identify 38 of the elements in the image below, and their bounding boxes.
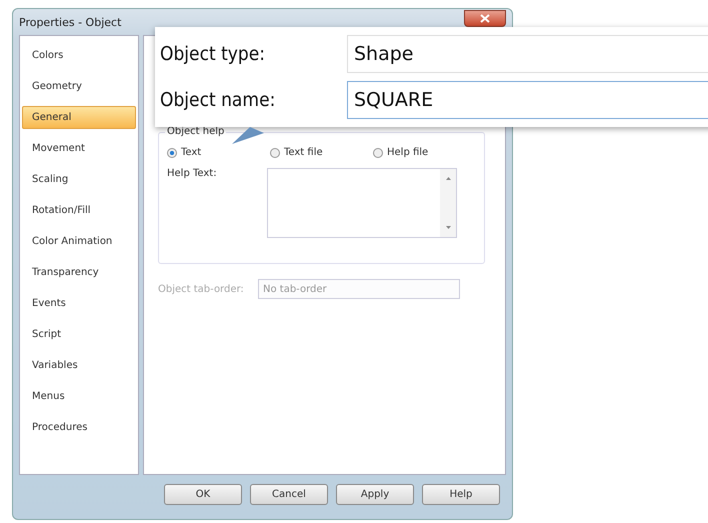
radio-button[interactable] xyxy=(373,148,383,158)
sidebar-item[interactable]: Geometry xyxy=(22,75,136,98)
sidebar-item[interactable]: Variables xyxy=(22,354,136,377)
field-label: Object type: xyxy=(160,43,266,65)
close-icon xyxy=(480,14,490,22)
input-field[interactable]: SQUARE xyxy=(347,81,708,119)
sidebar-item[interactable]: Procedures xyxy=(22,416,136,439)
group-title: Object help xyxy=(165,126,226,137)
sidebar-item[interactable]: Rotation/Fill xyxy=(22,199,136,222)
radio-label: Text xyxy=(181,147,202,158)
tab-order-label: Object tab-order: xyxy=(158,284,245,294)
input-field[interactable]: Shape xyxy=(347,35,708,73)
dialog-button[interactable]: Apply xyxy=(336,484,414,504)
up-arrow-icon xyxy=(446,177,450,180)
sidebar-item[interactable]: Colors xyxy=(22,44,136,67)
sidebar-item[interactable]: Events xyxy=(22,292,136,315)
help-text-field[interactable] xyxy=(267,168,457,238)
sidebar-item[interactable]: Color Animation xyxy=(22,230,136,253)
radio-label: Help file xyxy=(387,147,428,158)
radio-button[interactable] xyxy=(270,148,280,158)
sidebar-item[interactable]: Scaling xyxy=(22,168,136,191)
sidebar-item[interactable]: General xyxy=(22,106,136,129)
field-label: Object name: xyxy=(160,89,276,111)
sidebar-item[interactable]: Script xyxy=(22,323,136,346)
radio-button[interactable] xyxy=(167,148,177,158)
dialog-button[interactable]: Cancel xyxy=(250,484,328,504)
help-text-label: Help Text: xyxy=(167,168,218,181)
sidebar-item[interactable]: Movement xyxy=(22,137,136,160)
dialog-button[interactable]: OK xyxy=(164,484,242,504)
window-title: Properties - Object xyxy=(19,16,122,28)
down-arrow-icon xyxy=(446,226,450,229)
sidebar-item[interactable]: Menus xyxy=(22,385,136,408)
pointer-arrow xyxy=(232,127,264,144)
radio-label: Text file xyxy=(284,147,323,158)
scrollbar[interactable] xyxy=(440,169,456,237)
dialog-button[interactable]: Help xyxy=(422,484,500,504)
close-button[interactable] xyxy=(464,10,506,26)
sidebar-item[interactable]: Transparency xyxy=(22,261,136,284)
